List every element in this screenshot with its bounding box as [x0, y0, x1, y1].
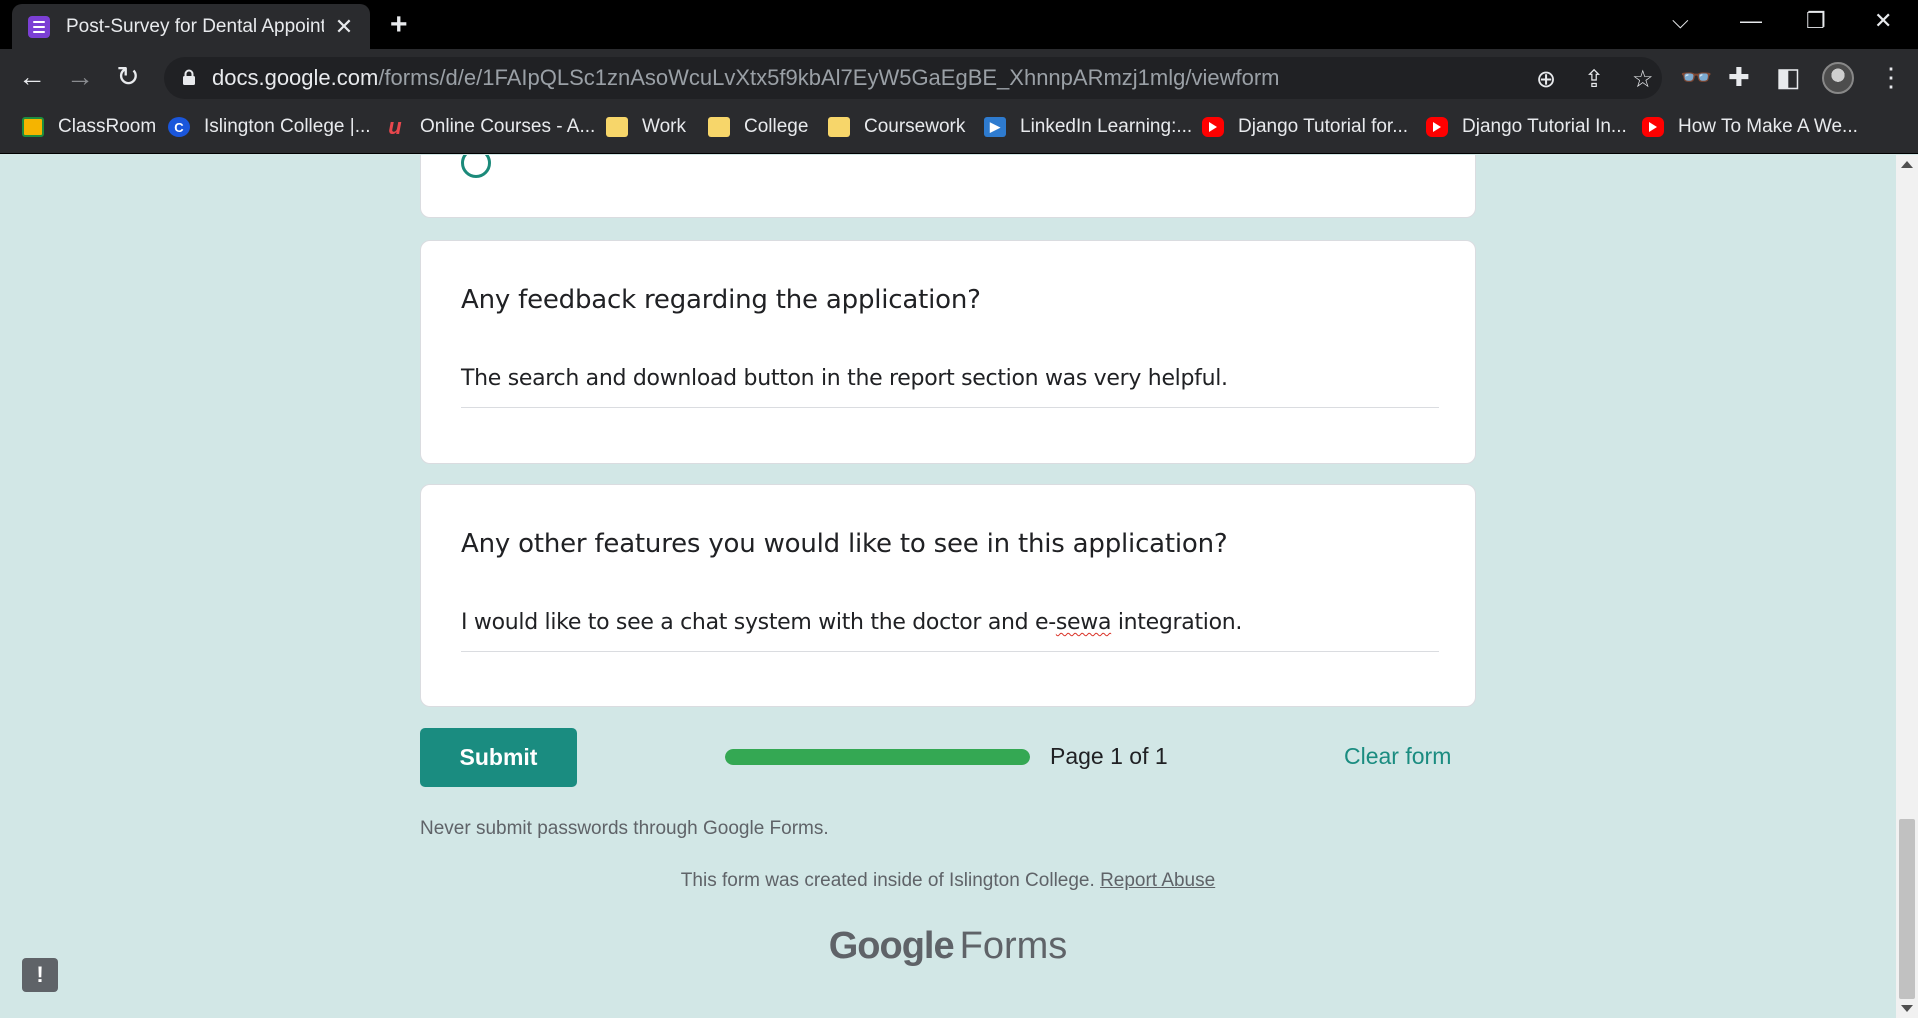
question-title: Any feedback regarding the application?: [461, 285, 981, 315]
udemy-icon: u: [388, 114, 402, 139]
lock-icon: [183, 69, 195, 85]
bookmark-star-icon[interactable]: ☆: [1632, 65, 1654, 94]
new-tab-button[interactable]: +: [390, 8, 408, 42]
extensions-puzzle-icon[interactable]: ✚: [1728, 62, 1750, 93]
youtube-icon: [1202, 117, 1224, 137]
misspelled-word: sewa: [1055, 610, 1112, 635]
linkedin-learning-icon: ▶: [984, 117, 1006, 137]
bookmark-folder-coursework[interactable]: Coursework: [828, 116, 965, 138]
report-feedback-icon[interactable]: !: [22, 958, 58, 992]
url-host: docs.google.com: [212, 65, 379, 90]
answer-text: I would like to see a chat system with t…: [461, 610, 1056, 635]
bookmark-classroom[interactable]: ClassRoom: [22, 116, 156, 138]
folder-icon: [708, 117, 730, 137]
answer-input[interactable]: The search and download button in the re…: [461, 366, 1439, 408]
bookmark-online-courses[interactable]: u Online Courses - A...: [384, 114, 596, 139]
password-warning: Never submit passwords through Google Fo…: [420, 818, 829, 839]
bookmark-label: Django Tutorial In...: [1462, 116, 1627, 137]
url-path: /forms/d/e/1FAIpQLSc1znAsoWcuLvXtx5f9kbA…: [378, 65, 1280, 90]
question-card-features: Any other features you would like to see…: [420, 484, 1476, 707]
classroom-icon: [22, 117, 44, 137]
close-tab-icon[interactable]: ✕: [332, 14, 356, 40]
bookmark-label: Coursework: [864, 116, 966, 137]
address-bar[interactable]: docs.google.com/forms/d/e/1FAIpQLSc1znAs…: [164, 57, 1662, 99]
url-text[interactable]: docs.google.com/forms/d/e/1FAIpQLSc1znAs…: [212, 65, 1279, 91]
folder-icon: [606, 117, 628, 137]
back-arrow-icon[interactable]: ←: [14, 61, 50, 93]
close-window-icon[interactable]: ✕: [1874, 8, 1892, 34]
google-forms-logo[interactable]: Google Forms: [0, 925, 1896, 968]
bookmark-label: ClassRoom: [58, 116, 157, 137]
restore-window-icon[interactable]: ❐: [1806, 8, 1826, 34]
youtube-icon: [1642, 117, 1664, 137]
question-title: Any other features you would like to see…: [461, 529, 1228, 559]
share-icon[interactable]: ⇪: [1584, 65, 1604, 94]
tab-title: Post-Survey for Dental Appointm: [66, 15, 324, 37]
bookmark-label: Online Courses - A...: [420, 116, 596, 137]
bookmark-label: Work: [642, 116, 686, 137]
clear-form-button[interactable]: Clear form: [1344, 743, 1451, 770]
answer-text-end: integration.: [1111, 610, 1243, 635]
minimize-window-icon[interactable]: —: [1740, 8, 1762, 34]
bookmark-label: LinkedIn Learning:...: [1020, 116, 1193, 137]
tab-strip: Post-Survey for Dental Appointm ✕ + ⌵ — …: [0, 0, 1918, 49]
bookmark-label: College: [744, 116, 809, 137]
answer-input[interactable]: I would like to see a chat system with t…: [461, 610, 1439, 652]
submit-button[interactable]: Submit: [420, 728, 577, 787]
bookmark-how-to-make[interactable]: How To Make A We...: [1642, 116, 1858, 138]
previous-question-card: [420, 155, 1476, 218]
bookmark-islington-college[interactable]: C Islington College |...: [168, 116, 371, 138]
scroll-down-arrow-icon[interactable]: [1901, 1005, 1913, 1012]
islington-icon: C: [168, 117, 190, 137]
scrollbar-thumb[interactable]: [1899, 819, 1915, 999]
created-text: This form was created inside of Islingto…: [680, 870, 1095, 891]
radio-button[interactable]: [461, 155, 491, 178]
bookmark-linkedin-learning[interactable]: ▶ LinkedIn Learning:...: [984, 116, 1192, 138]
report-abuse-link[interactable]: Report Abuse: [1100, 870, 1215, 891]
extension-glasses-icon[interactable]: 👓: [1680, 62, 1712, 93]
bookmark-django-tutorial-1[interactable]: Django Tutorial for...: [1202, 116, 1408, 138]
form-origin-note: This form was created inside of Islingto…: [0, 870, 1896, 892]
youtube-icon: [1426, 117, 1448, 137]
bookmark-label: Django Tutorial for...: [1238, 116, 1409, 137]
bookmark-label: Islington College |...: [204, 116, 371, 137]
menu-kebab-icon[interactable]: ⋮: [1878, 62, 1904, 93]
page-scrollbar[interactable]: [1896, 155, 1918, 1018]
progress-fill: [725, 749, 1030, 765]
bookmark-folder-college[interactable]: College: [708, 116, 808, 138]
progress-bar: [725, 749, 1030, 765]
zoom-icon[interactable]: ⊕: [1536, 65, 1556, 94]
bookmarks-bar: ClassRoom C Islington College |... u Onlin…: [0, 106, 1918, 154]
brand-google: Google: [828, 925, 955, 967]
page-indicator: Page 1 of 1: [1050, 743, 1168, 769]
question-card-feedback: Any feedback regarding the application? …: [420, 240, 1476, 464]
form-page: Any feedback regarding the application? …: [0, 155, 1896, 1018]
side-panel-icon[interactable]: ◧: [1776, 62, 1801, 93]
brand-forms: Forms: [959, 925, 1068, 967]
profile-avatar[interactable]: [1822, 62, 1854, 94]
bookmark-label: How To Make A We...: [1678, 116, 1858, 137]
reload-icon[interactable]: ↻: [110, 61, 146, 93]
folder-icon: [828, 117, 850, 137]
google-forms-icon: [28, 15, 50, 38]
bookmark-folder-work[interactable]: Work: [606, 116, 686, 138]
active-tab[interactable]: Post-Survey for Dental Appointm ✕: [12, 4, 370, 49]
tab-search-chevron-icon[interactable]: ⌵: [1672, 8, 1689, 34]
bookmark-django-tutorial-2[interactable]: Django Tutorial In...: [1426, 116, 1627, 138]
forward-arrow-icon[interactable]: →: [62, 61, 98, 93]
browser-toolbar: ← → ↻ docs.google.com/forms/d/e/1FAIpQLS…: [0, 49, 1918, 106]
scroll-up-arrow-icon[interactable]: [1901, 161, 1913, 168]
